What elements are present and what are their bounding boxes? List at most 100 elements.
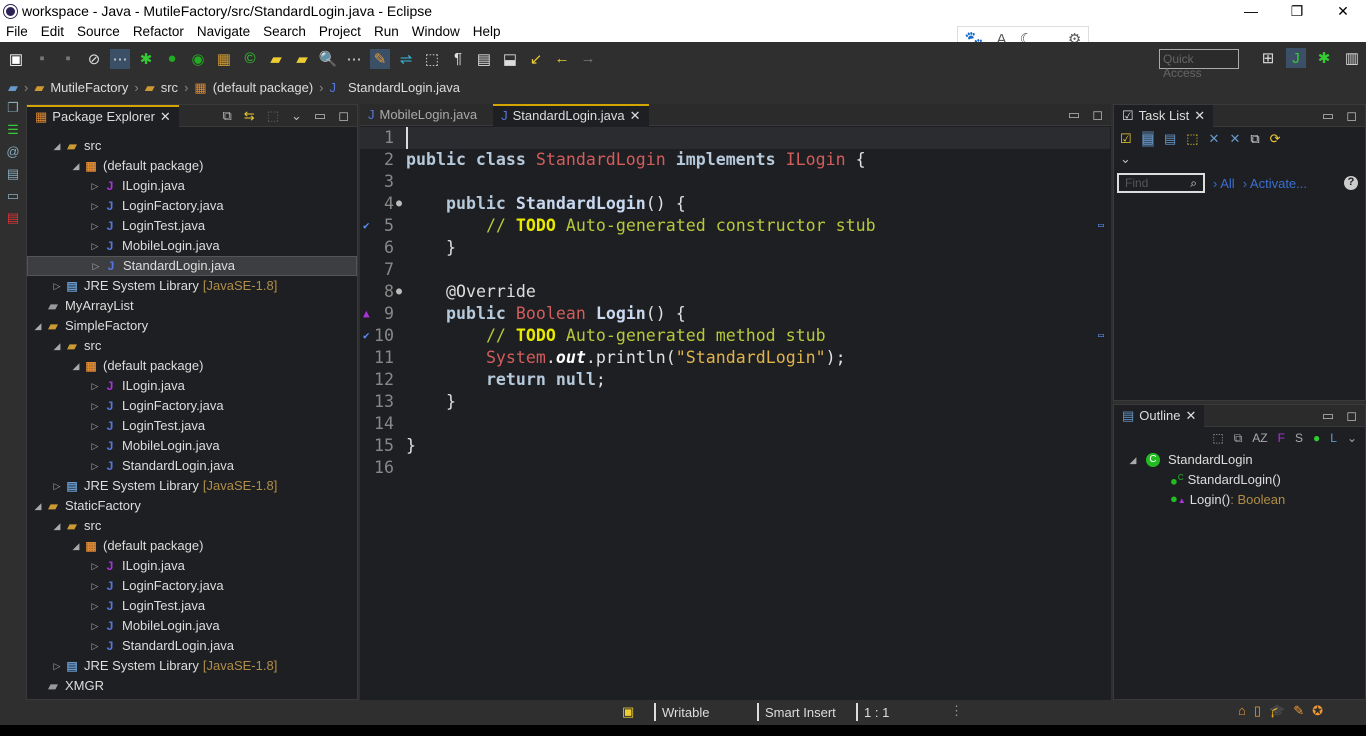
sort-icon[interactable]: AZ: [1252, 431, 1267, 446]
declaration-icon[interactable]: ▤: [0, 166, 26, 188]
open-task-icon[interactable]: ▰: [292, 49, 312, 69]
expand-arrow-icon[interactable]: ◢: [31, 316, 45, 336]
code-editor[interactable]: 1 2 public class StandardLogin implements …: [360, 127, 1110, 479]
expand-arrow-icon[interactable]: ▷: [89, 256, 103, 276]
whats-new-icon[interactable]: ✪: [1312, 703, 1323, 719]
fold-icon[interactable]: ●: [396, 281, 402, 303]
hide-local-types-icon[interactable]: L: [1330, 431, 1337, 446]
tree-item[interactable]: ▷ J ILogin.java: [27, 556, 357, 576]
breadcrumb-package[interactable]: (default package): [213, 80, 313, 95]
categorized-icon[interactable]: ▤: [1141, 131, 1154, 147]
hide-nonpublic-icon[interactable]: ●: [1313, 431, 1320, 446]
focus-workweek-icon[interactable]: ⬚: [1186, 131, 1198, 147]
save-all-icon[interactable]: ▪: [58, 49, 78, 69]
tree-item[interactable]: ◢ ▦ (default package): [27, 156, 357, 176]
tree-item[interactable]: ▷ ▤ JRE System Library [JavaSE-1.8]: [27, 656, 357, 676]
tree-item[interactable]: ▷ J ILogin.java: [27, 176, 357, 196]
overview-task-marker[interactable]: ▭: [1098, 325, 1104, 347]
close-icon[interactable]: ✕: [1194, 108, 1205, 124]
expand-arrow-icon[interactable]: ◢: [31, 496, 45, 516]
tree-item[interactable]: ▷ J MobileLogin.java: [27, 616, 357, 636]
breadcrumb-project[interactable]: MutileFactory: [50, 80, 128, 95]
menu-refactor[interactable]: Refactor: [133, 22, 184, 42]
tree-item[interactable]: ▷ J StandardLogin.java: [27, 456, 357, 476]
maximize-icon[interactable]: ◻: [1346, 408, 1357, 424]
close-icon[interactable]: ✕: [630, 108, 641, 124]
debug-icon[interactable]: ✱: [136, 49, 156, 69]
expand-arrow-icon[interactable]: ◢: [69, 156, 83, 176]
expand-arrow-icon[interactable]: ▷: [88, 576, 102, 596]
tree-item[interactable]: ▷ J LoginFactory.java: [27, 576, 357, 596]
menu-window[interactable]: Window: [412, 22, 460, 42]
outline-constructor[interactable]: ●C StandardLogin(): [1114, 470, 1365, 490]
expand-arrow-icon[interactable]: ◢: [1126, 450, 1140, 470]
block-selection-icon[interactable]: ⬚: [422, 49, 442, 69]
tree-item[interactable]: ▷ ▤ JRE System Library [JavaSE-1.8]: [27, 276, 357, 296]
new-task-icon[interactable]: ☑: [1120, 131, 1132, 147]
task-find-input[interactable]: Find ⌕: [1117, 173, 1205, 193]
skip-breakpoints-icon[interactable]: ⊘: [84, 49, 104, 69]
hide-completed-icon[interactable]: ✕: [1209, 131, 1220, 147]
maximize-icon[interactable]: ◻: [1092, 107, 1103, 123]
scheduled-icon[interactable]: ▤: [1164, 131, 1176, 147]
console-icon[interactable]: ▭: [0, 188, 26, 210]
minimize-icon[interactable]: ▭: [1322, 108, 1334, 124]
problems-icon[interactable]: ▤: [0, 210, 26, 232]
collapse-all-icon[interactable]: ⧉: [223, 108, 232, 124]
tree-item[interactable]: ▷ J LoginFactory.java: [27, 196, 357, 216]
expand-arrow-icon[interactable]: ▷: [88, 616, 102, 636]
maximize-icon[interactable]: ◻: [1346, 108, 1357, 124]
tree-item[interactable]: ◢ ▰ src: [27, 336, 357, 356]
save-icon[interactable]: ▪: [32, 49, 52, 69]
debug-perspective-icon[interactable]: ✱: [1314, 48, 1334, 68]
expand-arrow-icon[interactable]: ▷: [88, 396, 102, 416]
view-menu-icon[interactable]: ⌄: [291, 108, 302, 124]
sync-icon[interactable]: ⟳: [1270, 131, 1281, 147]
expand-arrow-icon[interactable]: ▷: [88, 176, 102, 196]
outline-method[interactable]: ●▲ Login() : Boolean: [1114, 490, 1365, 510]
status-icon[interactable]: ▣: [622, 704, 634, 720]
tree-item[interactable]: ▰ MyArrayList: [27, 296, 357, 316]
tree-item[interactable]: ◢ ▦ (default package): [27, 356, 357, 376]
expand-arrow-icon[interactable]: ▷: [88, 556, 102, 576]
breadcrumb-toggle-icon[interactable]: ⋯: [344, 49, 364, 69]
restore-button[interactable]: ❐: [1274, 0, 1320, 22]
last-edit-icon[interactable]: ⬓: [500, 49, 520, 69]
overview-icon[interactable]: ▯: [1254, 703, 1261, 719]
minimize-icon[interactable]: ▭: [314, 108, 326, 124]
expand-arrow-icon[interactable]: ◢: [50, 516, 64, 536]
tree-item[interactable]: ▷ J MobileLogin.java: [27, 436, 357, 456]
hide-icon[interactable]: ✕: [1229, 131, 1240, 147]
link-editor-icon[interactable]: ⇆: [244, 108, 255, 124]
expand-arrow-icon[interactable]: ◢: [69, 356, 83, 376]
status-handle-icon[interactable]: ⋮: [950, 703, 963, 719]
tab-task-list[interactable]: ☑ Task List ✕: [1114, 104, 1214, 127]
open-perspective-icon[interactable]: ⊞: [1258, 48, 1278, 68]
expand-arrow-icon[interactable]: ▷: [50, 656, 64, 676]
task-marker-icon[interactable]: ✔: [363, 325, 370, 347]
minimize-icon[interactable]: ▭: [1322, 408, 1334, 424]
view-menu-icon[interactable]: ⌄: [1347, 431, 1357, 446]
expand-arrow-icon[interactable]: ▷: [50, 276, 64, 296]
expand-arrow-icon[interactable]: ◢: [69, 536, 83, 556]
outline-class[interactable]: ◢ C StandardLogin: [1114, 450, 1365, 470]
javadoc-icon[interactable]: @: [0, 144, 26, 166]
focus-icon[interactable]: ⬚: [1212, 431, 1223, 446]
expand-arrow-icon[interactable]: ▷: [50, 476, 64, 496]
new-icon[interactable]: ▣: [6, 49, 26, 69]
tree-item[interactable]: ▷ J LoginTest.java: [27, 216, 357, 236]
menu-edit[interactable]: Edit: [41, 22, 64, 42]
minimize-button[interactable]: —: [1228, 0, 1274, 22]
overview-task-marker[interactable]: ▭: [1098, 215, 1104, 237]
external-tools-icon[interactable]: ◉: [188, 49, 208, 69]
tree-item[interactable]: ▷ J LoginTest.java: [27, 416, 357, 436]
tree-item[interactable]: ◢ ▰ src: [27, 516, 357, 536]
collapse-all-icon[interactable]: ⧉: [1234, 431, 1243, 446]
expand-arrow-icon[interactable]: ▷: [88, 196, 102, 216]
toggle-mark-icon[interactable]: ⋯: [110, 48, 130, 69]
tree-item[interactable]: ◢ ▦ (default package): [27, 536, 357, 556]
open-type-icon[interactable]: ▰: [266, 49, 286, 69]
maximize-icon[interactable]: ◻: [338, 108, 349, 124]
expand-arrow-icon[interactable]: ▷: [88, 416, 102, 436]
tab-mobilelogin[interactable]: J MobileLogin.java: [360, 104, 485, 126]
